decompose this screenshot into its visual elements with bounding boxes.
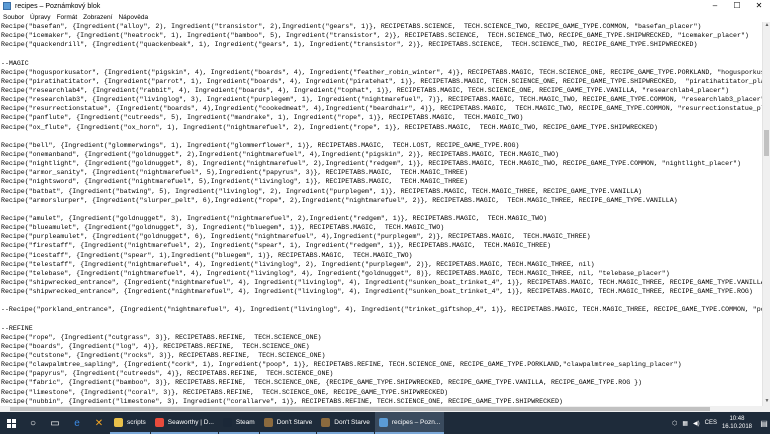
text-editor[interactable]: Recipe("basefan", {Ingredient("alloy", 2…	[0, 22, 762, 406]
scroll-up-arrow-icon[interactable]: ▲	[763, 22, 770, 30]
menu-format[interactable]: Formát	[54, 14, 81, 21]
editor-line: Recipe("firestaff", {Ingredient("nightma…	[1, 242, 552, 250]
language-indicator[interactable]: CES	[705, 420, 717, 426]
taskbar-app[interactable]: Seaworthy | D...	[150, 412, 218, 434]
app-icon	[114, 417, 123, 427]
editor-line: Recipe("nightlight", {Ingredient("goldnu…	[1, 160, 741, 168]
app-icon	[222, 417, 232, 427]
editor-line: Recipe("papyrus", {Ingredient("cutreeds"…	[1, 370, 334, 378]
system-tray: ⬡ ▦ ◀) CES 10:48 16.10.2018 ▤	[672, 412, 770, 434]
editor-line: Recipe("fabric", {Ingredient("bamboo", 3…	[1, 379, 643, 387]
dropbox-icon[interactable]: ⬡	[672, 420, 677, 427]
taskbar-app-label: Seaworthy | D...	[167, 418, 214, 426]
app-icon	[378, 417, 388, 427]
close-button[interactable]: ✕	[748, 0, 770, 12]
taskbar: ○ ▭ e ✕ scripts Seaworthy | D... Steam Don'…	[0, 412, 770, 434]
editor-line: Recipe("batbat", {Ingredient("batwing", …	[1, 187, 643, 195]
editor-line: --Recipe("porkland_entrance", {Ingredien…	[1, 306, 762, 314]
editor-line: Recipe("clawpalmtree_sapling", {Ingredie…	[1, 361, 682, 369]
menu-edit[interactable]: Úpravy	[27, 14, 54, 21]
horizontal-scroll-thumb[interactable]	[10, 407, 710, 411]
vertical-scroll-thumb[interactable]	[764, 130, 769, 156]
menu-bar: Soubor Úpravy Formát Zobrazení Nápověda	[0, 12, 770, 22]
editor-line: Recipe("shipwrecked_entrance", {Ingredie…	[1, 278, 762, 286]
editor-line: Recipe("nightsword", {Ingredient("nightm…	[1, 178, 468, 186]
network-icon[interactable]: ▦	[682, 420, 688, 427]
clock-date: 16.10.2018	[721, 424, 752, 430]
taskbar-app-label: Don't Starve	[334, 418, 370, 426]
taskbar-app-label: Steam	[235, 418, 255, 426]
scroll-down-arrow-icon[interactable]: ▼	[763, 398, 770, 406]
editor-line: Recipe("basefan", {Ingredient("alloy", 2…	[1, 23, 702, 30]
app-icon	[321, 417, 331, 427]
editor-line: Recipe("shipwrecked_entrance", {Ingredie…	[1, 288, 753, 296]
editor-line: Recipe("amulet", {Ingredient("goldnugget…	[1, 214, 548, 222]
window-controls: – ☐ ✕	[704, 0, 770, 12]
editor-line: Recipe("purpleamulet", {Ingredient("gold…	[1, 233, 591, 241]
clock-time: 10:48	[729, 416, 745, 422]
editor-line: Recipe("researchlab3", {Ingredient("livi…	[1, 96, 762, 104]
start-button[interactable]	[0, 412, 22, 434]
taskbar-apps: scripts Seaworthy | D... Steam Don't Starve…	[110, 412, 445, 434]
editor-line: Recipe("onemanband", {Ingredient("goldnu…	[1, 150, 559, 158]
editor-line: Recipe("telestaff", {Ingredient("nightma…	[1, 260, 595, 268]
app-icon	[154, 417, 164, 427]
editor-line: Recipe("blueamulet", {Ingredient("goldnu…	[1, 224, 445, 232]
editor-line: Recipe("boards", {Ingredient("log", 4)},…	[1, 342, 310, 350]
editor-line: Recipe("icemaker", {Ingredient("heatrock…	[1, 32, 749, 40]
menu-view[interactable]: Zobrazení	[80, 14, 115, 21]
clock[interactable]: 10:48 16.10.2018	[722, 415, 752, 431]
task-view-icon[interactable]: ▭	[44, 412, 66, 434]
taskbar-app-label: scripts	[127, 418, 146, 426]
editor-line: Recipe("panflute", {Ingredient("cutreeds…	[1, 114, 524, 122]
maximize-button[interactable]: ☐	[726, 0, 748, 12]
search-icon[interactable]: ○	[22, 412, 44, 434]
notification-icon[interactable]: ▤	[758, 412, 770, 434]
taskbar-app[interactable]: Don't Starve	[317, 412, 374, 434]
taskbar-app[interactable]: Don't Starve	[259, 412, 317, 434]
x-app-icon[interactable]: ✕	[88, 412, 110, 434]
app-icon	[263, 417, 273, 427]
vertical-scrollbar[interactable]: ▲ ▼	[762, 22, 770, 406]
editor-line: Recipe("cutstone", {Ingredient("rocks", …	[1, 352, 326, 360]
editor-line: Recipe("armorslurper", {Ingredient("slur…	[1, 196, 678, 204]
taskbar-app[interactable]: recipes – Pozn...	[374, 412, 445, 434]
taskbar-app[interactable]: Steam	[218, 412, 259, 434]
title-bar: recipes – Poznámkový blok – ☐ ✕	[0, 0, 770, 12]
editor-line: Recipe("armor_sanity", {Ingredient("nigh…	[1, 169, 468, 177]
editor-line: Recipe("resurrectionstatue", {Ingredient…	[1, 105, 762, 113]
editor-line: Recipe("icestaff", {Ingredient("spear", …	[1, 251, 413, 259]
editor-line: Recipe("nubbin", {Ingredient("limestone"…	[1, 397, 563, 405]
editor-line: Recipe("piratihatitator", {Ingredient("p…	[1, 77, 762, 85]
editor-line: Recipe("hogusporkusator", {Ingredient("p…	[1, 68, 762, 76]
volume-icon[interactable]: ◀)	[693, 420, 700, 427]
menu-help[interactable]: Nápověda	[115, 14, 151, 21]
windows-logo-icon	[6, 418, 16, 428]
editor-line: --MAGIC	[1, 59, 29, 67]
window-title: recipes – Poznámkový blok	[15, 2, 101, 10]
editor-line: Recipe("researchlab4", {Ingredient("rabb…	[1, 86, 730, 94]
editor-line: --REFINE	[1, 324, 33, 332]
editor-line: Recipe("quackendrill", {Ingredient("quac…	[1, 41, 698, 49]
taskbar-app[interactable]: scripts	[110, 412, 150, 434]
editor-line: Recipe("limestone", {Ingredient("coral",…	[1, 388, 449, 396]
taskbar-app-label: Don't Starve	[276, 418, 313, 426]
menu-file[interactable]: Soubor	[0, 14, 27, 21]
editor-line: Recipe("telebase", {Ingredient("nightmar…	[1, 269, 670, 277]
editor-line: Recipe("ox_flute", {Ingredient("ox_horn"…	[1, 123, 658, 131]
editor-line: Recipe("bell", {Ingredient("glommerwings…	[1, 141, 520, 149]
minimize-button[interactable]: –	[704, 0, 726, 12]
edge-icon[interactable]: e	[66, 412, 88, 434]
editor-line: Recipe("rope", {Ingredient("cutgrass", 3…	[1, 333, 322, 341]
taskbar-app-label: recipes – Pozn...	[391, 418, 441, 426]
notepad-icon	[3, 2, 11, 10]
